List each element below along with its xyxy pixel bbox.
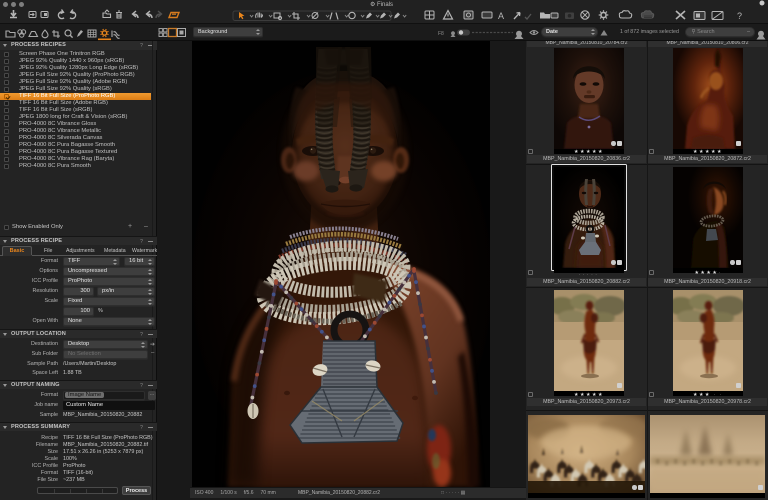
svg-text:?: ? — [737, 11, 742, 21]
svg-text:A: A — [498, 11, 504, 21]
svg-text:F8: F8 — [438, 31, 444, 37]
